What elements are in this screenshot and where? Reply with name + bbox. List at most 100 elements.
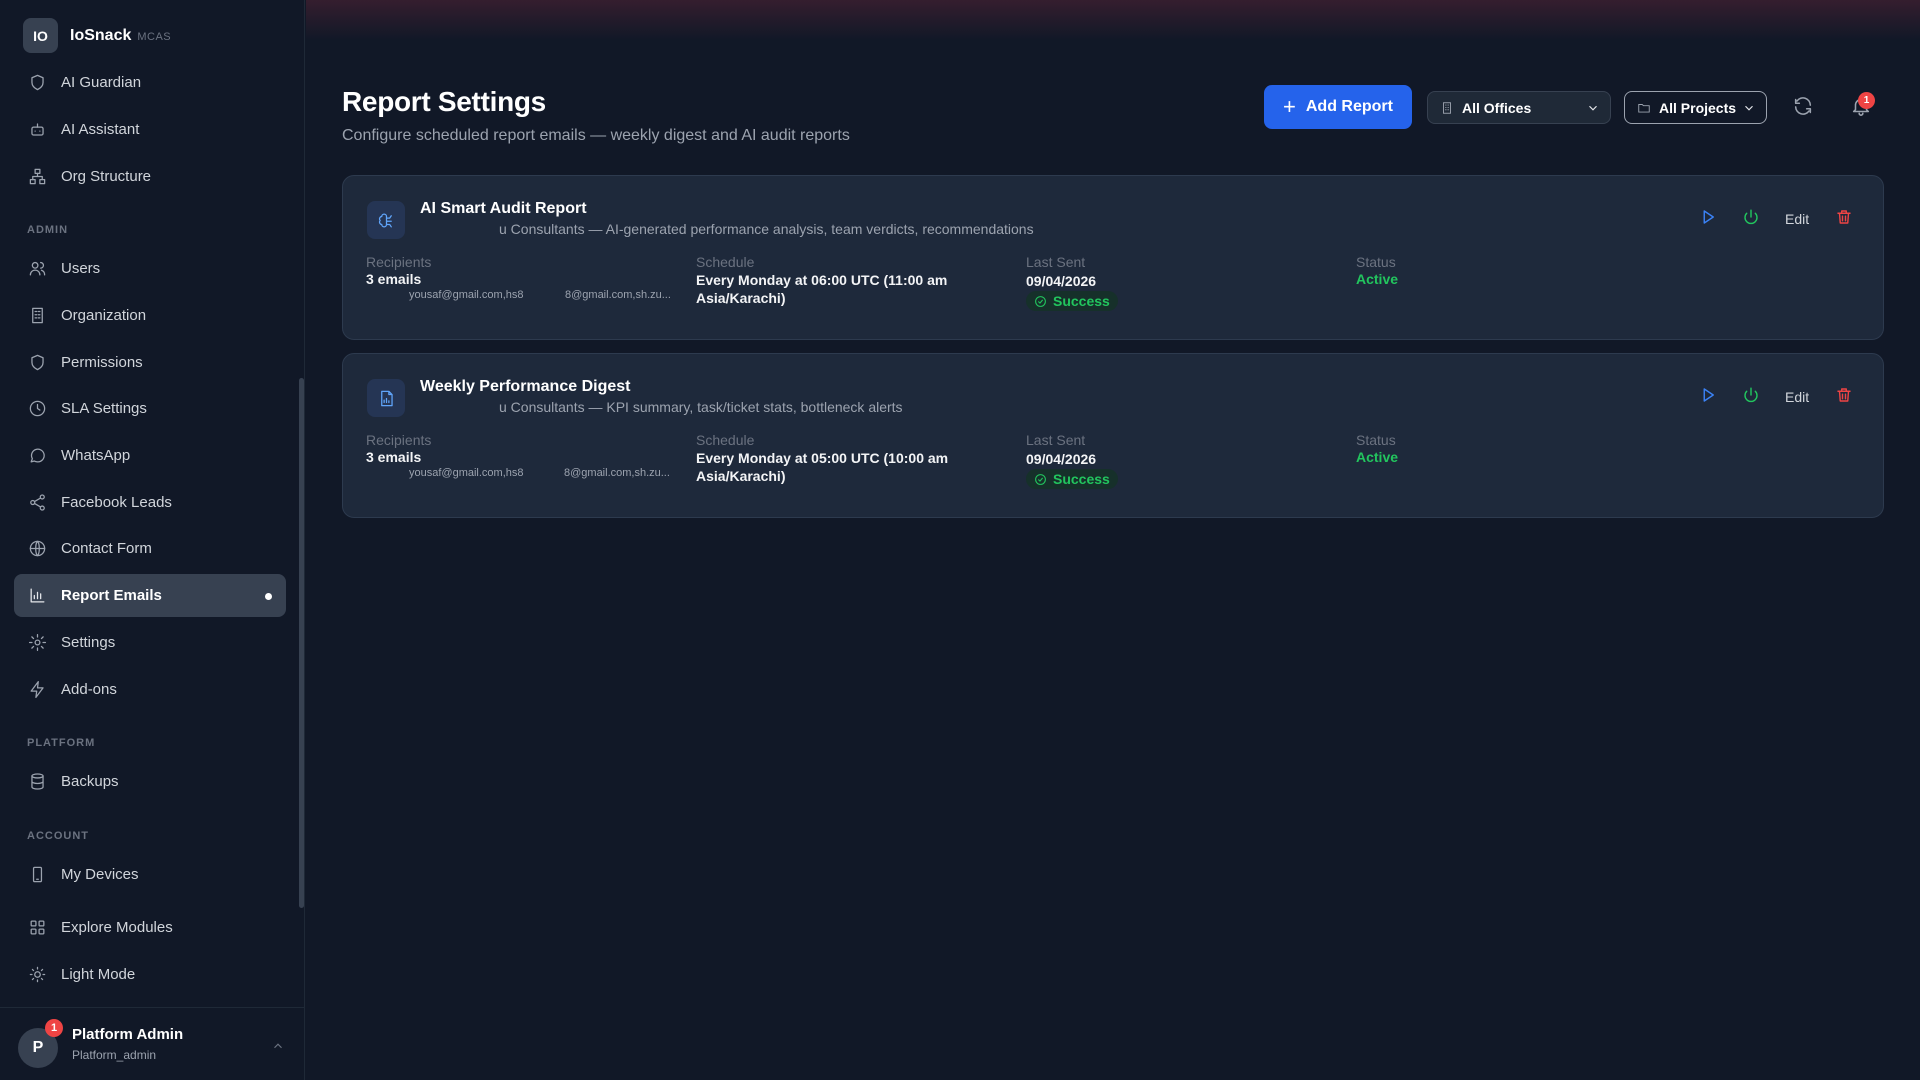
sidebar-item-label: Facebook Leads [61, 494, 172, 511]
file-chart-icon [367, 379, 405, 417]
check-circle-icon [1034, 295, 1047, 308]
active-indicator-dot [265, 593, 272, 600]
power-icon [1742, 386, 1760, 409]
brand-logo: IO [23, 18, 58, 53]
edit-button[interactable]: Edit [1785, 206, 1809, 232]
last-sent-date: 09/04/2026 [1026, 273, 1097, 289]
refresh-icon [1792, 95, 1814, 122]
add-report-button[interactable]: + Add Report [1264, 85, 1412, 129]
status-label: Status [1356, 432, 1396, 448]
section-label-admin: ADMIN [27, 224, 69, 236]
chevron-up-icon[interactable] [271, 1039, 285, 1053]
offices-select[interactable]: All Offices [1427, 91, 1611, 124]
sidebar: IO IoSnack MCAS AI Guardian AI Assistant… [0, 0, 305, 1080]
sidebar-scrollbar[interactable] [299, 378, 304, 908]
device-icon [27, 865, 47, 885]
power-icon [1742, 208, 1760, 231]
sidebar-item-label: Report Emails [61, 587, 162, 604]
sidebar-item-label: Users [61, 260, 101, 277]
report-card: AI Smart Audit Report u Consultants — AI… [342, 175, 1884, 340]
sidebar-item-report-emails[interactable]: Report Emails [14, 574, 286, 617]
sidebar-item-label: Add-ons [61, 681, 117, 698]
brand-name: IoSnack [70, 26, 132, 44]
clock-icon [27, 399, 47, 419]
sidebar-item-facebook-leads[interactable]: Facebook Leads [14, 481, 286, 524]
status-badge: Active [1356, 449, 1399, 465]
sidebar-item-add-ons[interactable]: Add-ons [14, 668, 286, 711]
run-now-button[interactable] [1695, 384, 1721, 410]
sidebar-item-light-mode[interactable]: Light Mode [14, 953, 286, 996]
sidebar-item-contact-form[interactable]: Contact Form [14, 527, 286, 570]
shield-icon [27, 73, 47, 93]
sidebar-item-label: AI Assistant [61, 121, 140, 138]
brain-icon [367, 201, 405, 239]
building-icon [27, 306, 47, 326]
database-icon [27, 772, 47, 792]
report-card: Weekly Performance Digest u Consultants … [342, 353, 1884, 518]
sidebar-item-ai-assistant[interactable]: AI Assistant [14, 108, 286, 151]
sidebar-item-my-devices[interactable]: My Devices [14, 853, 286, 896]
check-circle-icon [1034, 473, 1047, 486]
recipient-email: yousaf@gmail.com,hs8 [409, 289, 524, 301]
building-icon [1440, 101, 1454, 115]
recipients-count: 3 emails [366, 449, 422, 465]
offices-select-value: All Offices [1462, 99, 1532, 116]
user-name: Platform Admin [72, 1026, 184, 1043]
globe-icon [27, 539, 47, 559]
success-label: Success [1053, 471, 1110, 487]
add-report-label: Add Report [1305, 98, 1393, 115]
recipients-count: 3 emails [366, 271, 422, 287]
status-badge: Active [1356, 271, 1399, 287]
sun-icon [27, 965, 47, 985]
sidebar-item-whatsapp[interactable]: WhatsApp [14, 434, 286, 477]
last-sent-label: Last Sent [1026, 254, 1086, 270]
run-now-button[interactable] [1695, 206, 1721, 232]
sidebar-item-label: Contact Form [61, 540, 152, 557]
sidebar-item-label: Organization [61, 307, 147, 324]
share-icon [27, 493, 47, 513]
report-description: u Consultants — KPI summary, task/ticket… [499, 399, 903, 415]
success-badge: Success [1026, 291, 1118, 311]
chevron-down-icon [1742, 101, 1756, 115]
brand-tag: MCAS [137, 31, 172, 43]
sidebar-item-explore-modules[interactable]: Explore Modules [14, 906, 286, 949]
toggle-active-button[interactable] [1738, 206, 1764, 232]
bot-icon [27, 120, 47, 140]
delete-button[interactable] [1831, 206, 1857, 232]
user-role: Platform_admin [72, 1048, 157, 1062]
schedule-label: Schedule [696, 432, 755, 448]
last-sent-date: 09/04/2026 [1026, 451, 1097, 467]
recipient-email: 8@gmail.com,sh.zu... [564, 467, 670, 479]
report-title: Weekly Performance Digest [420, 378, 631, 395]
last-sent-label: Last Sent [1026, 432, 1086, 448]
toggle-active-button[interactable] [1738, 384, 1764, 410]
sidebar-item-sla-settings[interactable]: SLA Settings [14, 387, 286, 430]
section-label-platform: PLATFORM [27, 737, 96, 749]
sidebar-item-settings[interactable]: Settings [14, 621, 286, 664]
bar-chart-icon [27, 586, 47, 606]
org-icon [27, 167, 47, 187]
success-badge: Success [1026, 469, 1118, 489]
sidebar-item-label: My Devices [61, 866, 139, 883]
delete-button[interactable] [1831, 384, 1857, 410]
user-menu[interactable]: P 1 Platform Admin Platform_admin [0, 1007, 305, 1080]
edit-button[interactable]: Edit [1785, 384, 1809, 410]
bolt-icon [27, 680, 47, 700]
refresh-button[interactable] [1788, 93, 1818, 123]
schedule-label: Schedule [696, 254, 755, 270]
sidebar-item-ai-guardian[interactable]: AI Guardian [14, 61, 286, 104]
chevron-down-icon [1586, 101, 1600, 115]
sidebar-item-organization[interactable]: Organization [14, 294, 286, 337]
projects-select[interactable]: All Projects [1624, 91, 1767, 124]
play-icon [1699, 208, 1717, 231]
trash-icon [1835, 386, 1853, 409]
sidebar-item-label: SLA Settings [61, 400, 147, 417]
sidebar-item-backups[interactable]: Backups [14, 760, 286, 803]
section-label-account: ACCOUNT [27, 830, 89, 842]
recipients-label: Recipients [366, 432, 432, 448]
top-glow [306, 0, 1920, 40]
sidebar-item-users[interactable]: Users [14, 247, 286, 290]
brand[interactable]: IO IoSnack MCAS [23, 18, 171, 53]
sidebar-item-permissions[interactable]: Permissions [14, 341, 286, 384]
sidebar-item-org-structure[interactable]: Org Structure [14, 155, 286, 198]
